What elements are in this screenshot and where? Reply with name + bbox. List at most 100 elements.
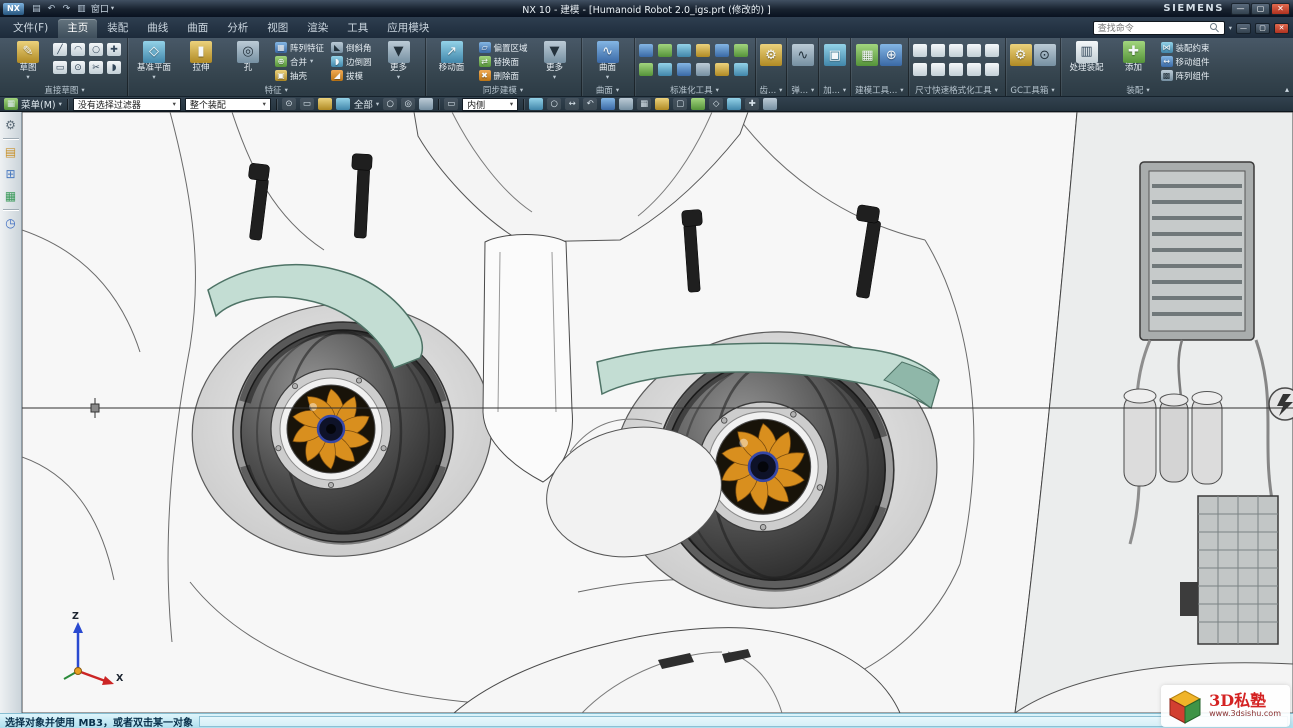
- ribbon-collapse-icon[interactable]: ▴: [1285, 85, 1289, 94]
- doc-minimize-button[interactable]: —: [1236, 23, 1251, 34]
- tab-surface[interactable]: 曲面: [178, 19, 217, 38]
- unite-button[interactable]: ⊕ 合并▾: [273, 55, 326, 68]
- window-layout-icon[interactable]: ▢: [673, 98, 687, 110]
- dim-format-icon[interactable]: [985, 44, 999, 57]
- feature-more-button[interactable]: ▼ 更多 ▾: [377, 40, 421, 81]
- std-tool-icon[interactable]: [658, 63, 672, 76]
- sync-more-button[interactable]: ▼ 更多 ▾: [533, 40, 577, 81]
- group-label-direct-sketch[interactable]: 直接草图▾: [6, 84, 123, 96]
- snap-endpoint-icon[interactable]: ○: [383, 98, 397, 110]
- profile-line-icon[interactable]: ╱: [53, 43, 67, 56]
- dim-format-icon[interactable]: [931, 44, 945, 57]
- shaded-view-icon[interactable]: [619, 98, 633, 110]
- history-icon[interactable]: ◷: [2, 214, 20, 232]
- std-tool-icon[interactable]: [677, 63, 691, 76]
- assembly-cut-icon[interactable]: ▭: [444, 98, 458, 110]
- gc-toolbox-icon[interactable]: ⊙: [1034, 44, 1056, 66]
- work-layer-icon[interactable]: ◇: [709, 98, 723, 110]
- std-tool-icon[interactable]: [715, 63, 729, 76]
- edge-blend-button[interactable]: ◗ 边倒圆: [329, 55, 374, 68]
- tab-curve[interactable]: 曲线: [138, 19, 177, 38]
- assembly-constraints-button[interactable]: ⋈ 装配约束: [1159, 41, 1212, 54]
- process-assembly-button[interactable]: ▥ 处理装配: [1065, 40, 1109, 74]
- shell-button[interactable]: ▣ 抽壳: [273, 69, 326, 82]
- part-navigator-icon[interactable]: ▦: [2, 187, 20, 205]
- edit-section-icon[interactable]: [655, 98, 669, 110]
- group-label-dim-format[interactable]: 尺寸快速格式化工具▾: [913, 84, 1001, 96]
- draft-button[interactable]: ◢ 拔模: [329, 69, 374, 82]
- move-face-button[interactable]: ↗ 移动面: [430, 40, 474, 74]
- preferences-icon[interactable]: [763, 98, 777, 110]
- snap-midpoint-icon[interactable]: [336, 98, 350, 110]
- sketch-button[interactable]: ✎ 草图 ▾: [6, 40, 50, 81]
- tab-file[interactable]: 文件(F): [4, 19, 57, 38]
- snap-point-icon[interactable]: [318, 98, 332, 110]
- group-label-machining[interactable]: 加...▾: [823, 84, 846, 96]
- modeling-tool-icon[interactable]: ⊕: [880, 44, 902, 66]
- group-label-feature[interactable]: 特征▾: [132, 84, 421, 96]
- restore-button[interactable]: ▢: [1251, 3, 1270, 15]
- dim-format-icon[interactable]: [967, 63, 981, 76]
- roles-gear-icon[interactable]: ⚙: [2, 116, 20, 134]
- offset-region-button[interactable]: ▱ 偏置区域: [477, 41, 530, 54]
- std-tool-icon[interactable]: [639, 44, 653, 57]
- rectangle-icon[interactable]: ▭: [53, 61, 67, 74]
- doc-close-button[interactable]: ✕: [1274, 23, 1289, 34]
- spring-tool-icon[interactable]: ∿: [792, 44, 814, 66]
- tab-view[interactable]: 视图: [258, 19, 297, 38]
- chamfer-button[interactable]: ◣ 倒斜角: [329, 41, 374, 54]
- print-icon[interactable]: ▥: [74, 2, 89, 15]
- std-tool-icon[interactable]: [658, 44, 672, 57]
- dim-format-icon[interactable]: [985, 63, 999, 76]
- tab-application[interactable]: 应用模块: [378, 19, 438, 38]
- snap-center-icon[interactable]: ◎: [401, 98, 415, 110]
- finder-dropdown-icon[interactable]: ▾: [1229, 25, 1232, 32]
- viewport-3d[interactable]: Z X: [22, 112, 1293, 713]
- std-tool-icon[interactable]: [639, 63, 653, 76]
- doc-restore-button[interactable]: ▢: [1255, 23, 1270, 34]
- dim-format-icon[interactable]: [967, 44, 981, 57]
- pan-icon[interactable]: ↔: [565, 98, 579, 110]
- arc-icon[interactable]: ◠: [71, 43, 85, 56]
- box-select-icon[interactable]: ▭: [300, 98, 314, 110]
- group-label-gear[interactable]: 齿...▾: [760, 84, 783, 96]
- move-component-button[interactable]: ↔ 移动组件: [1159, 55, 1212, 68]
- constraint-navigator-icon[interactable]: ⊞: [2, 165, 20, 183]
- rotate-view-icon[interactable]: ↶: [583, 98, 597, 110]
- dim-format-icon[interactable]: [931, 63, 945, 76]
- gc-toolbox-icon[interactable]: ⚙: [1010, 44, 1032, 66]
- group-label-assembly[interactable]: 装配▾: [1065, 84, 1212, 96]
- command-finder-input[interactable]: [1098, 23, 1207, 33]
- std-tool-icon[interactable]: [715, 44, 729, 57]
- circle-icon[interactable]: ○: [89, 43, 103, 56]
- tab-tools[interactable]: 工具: [338, 19, 377, 38]
- undo-icon[interactable]: ↶: [44, 2, 59, 15]
- pattern-feature-button[interactable]: ▦ 阵列特征: [273, 41, 326, 54]
- snap-all-select[interactable]: 全部▾: [354, 97, 379, 111]
- assembly-navigator-icon[interactable]: ▤: [2, 143, 20, 161]
- modeling-tool-icon[interactable]: ▦: [856, 44, 878, 66]
- tab-analysis[interactable]: 分析: [218, 19, 257, 38]
- wireframe-view-icon[interactable]: ▦: [637, 98, 651, 110]
- nx-logo[interactable]: NX: [3, 3, 24, 15]
- add-component-button[interactable]: ✚ 添加: [1112, 40, 1156, 74]
- tab-home[interactable]: 主页: [58, 19, 97, 38]
- tab-assemblies[interactable]: 装配: [98, 19, 137, 38]
- group-label-surface[interactable]: 曲面▾: [586, 84, 630, 96]
- show-hide-icon[interactable]: [691, 98, 705, 110]
- select-icon[interactable]: ⊙: [282, 98, 296, 110]
- replace-face-button[interactable]: ⇄ 替换面: [477, 55, 530, 68]
- minimize-button[interactable]: —: [1231, 3, 1250, 15]
- fillet-icon[interactable]: ◗: [107, 61, 121, 74]
- selection-filter-select[interactable]: 没有选择过滤器▾: [73, 98, 181, 111]
- std-tool-icon[interactable]: [734, 63, 748, 76]
- dim-format-icon[interactable]: [949, 44, 963, 57]
- surface-button[interactable]: ∿ 曲面 ▾: [586, 40, 630, 81]
- command-finder[interactable]: [1093, 21, 1225, 35]
- std-tool-icon[interactable]: [696, 44, 710, 57]
- zoom-icon[interactable]: ○: [547, 98, 561, 110]
- menu-button[interactable]: ▦ 菜单(M) ▾: [4, 97, 62, 111]
- orient-view-icon[interactable]: [601, 98, 615, 110]
- group-label-std-tools[interactable]: 标准化工具▾: [639, 84, 751, 96]
- group-label-modeling-tools[interactable]: 建模工具...▾: [855, 84, 903, 96]
